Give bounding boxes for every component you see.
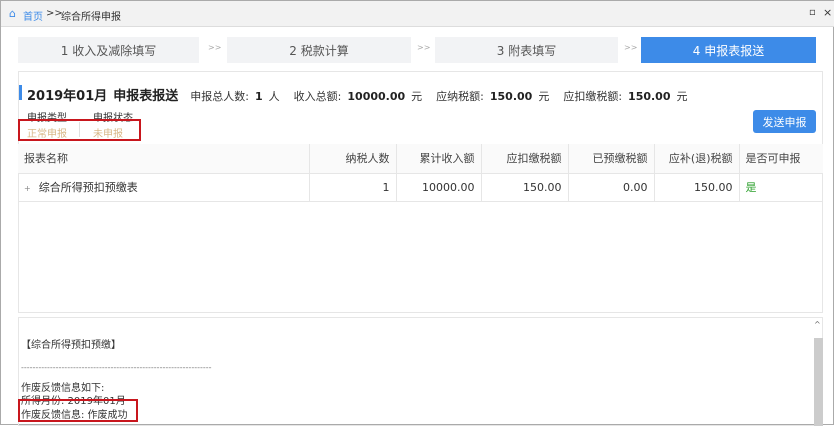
tax-label: 应纳税额: xyxy=(436,90,484,103)
period: 2019年01月 xyxy=(27,89,108,104)
cell: 150.00 xyxy=(654,173,740,202)
col-header: 已预缴税额 xyxy=(568,144,655,174)
highlight-box xyxy=(18,399,138,422)
col-header: 纳税人数 xyxy=(309,144,397,174)
people-label: 申报总人数: xyxy=(190,90,250,103)
summary-title: 申报表报送 xyxy=(113,89,179,104)
report-table: 报表名称 纳税人数 累计收入额 应扣缴税额 已预缴税额 应补(退)税额 是否可申… xyxy=(18,144,823,202)
send-filing-button[interactable]: 发送申报 xyxy=(753,110,816,133)
accent-bar xyxy=(19,85,22,100)
close-button[interactable]: × xyxy=(823,6,832,19)
summary: 2019年01月 申报表报送 申报总人数: 1 人 收入总额: 10000.00 元 应… xyxy=(27,85,688,104)
income: 10000.00 xyxy=(347,90,406,103)
can-file: 是 xyxy=(739,173,823,202)
divider xyxy=(79,122,80,137)
people: 1 xyxy=(255,90,263,103)
breadcrumb-home[interactable]: 首页 xyxy=(23,8,43,23)
withhold-unit: 元 xyxy=(676,90,688,103)
income-label: 收入总额: xyxy=(293,90,342,103)
title-bar: ⌂ 首页 >> 综合所得申报 ▫ × xyxy=(1,1,834,27)
step-3[interactable]: 3 附表填写 xyxy=(435,37,618,63)
scrollbar[interactable] xyxy=(814,338,823,426)
col-header: 是否可申报 xyxy=(739,144,823,174)
people-unit: 人 xyxy=(268,90,280,103)
scroll-up-icon[interactable]: ^ xyxy=(814,320,821,329)
withhold: 150.00 xyxy=(628,90,671,103)
cell: 150.00 xyxy=(481,173,569,202)
step-1[interactable]: 1 收入及减除填写 xyxy=(18,37,199,63)
table-header: 报表名称 纳税人数 累计收入额 应扣缴税额 已预缴税额 应补(退)税额 是否可申… xyxy=(18,144,823,174)
withhold-label: 应扣缴税额: xyxy=(563,90,623,103)
table-row[interactable]: + 综合所得预扣预缴表 1 10000.00 150.00 0.00 150.00… xyxy=(18,173,823,202)
cell: 综合所得预扣预缴表 xyxy=(38,181,138,194)
tax-unit: 元 xyxy=(538,90,550,103)
step-arrow: >> xyxy=(624,43,638,52)
col-header: 累计收入额 xyxy=(396,144,482,174)
cell: 1 xyxy=(309,173,397,202)
step-4[interactable]: 4 申报表报送 xyxy=(641,37,816,63)
col-header: 报表名称 xyxy=(18,144,310,174)
step-arrow: >> xyxy=(417,43,431,52)
filing-status: 未申报 xyxy=(93,129,123,140)
breadcrumb-current: 综合所得申报 xyxy=(61,12,121,23)
home-icon[interactable]: ⌂ xyxy=(9,7,16,20)
cell: 0.00 xyxy=(568,173,655,202)
col-header: 应扣缴税额 xyxy=(481,144,569,174)
tax: 150.00 xyxy=(489,90,533,103)
income-unit: 元 xyxy=(411,90,423,103)
log-divider: ----------------------------------------… xyxy=(21,363,212,372)
log-section: 【综合所得预扣预缴】 xyxy=(21,340,121,351)
filing-type: 正常申报 xyxy=(27,129,67,140)
col-header: 应补(退)税额 xyxy=(654,144,740,174)
restore-button[interactable]: ▫ xyxy=(809,7,816,18)
step-arrow: >> xyxy=(208,43,222,52)
cell: 10000.00 xyxy=(396,173,482,202)
step-2[interactable]: 2 税款计算 xyxy=(227,37,411,63)
expand-icon[interactable]: + xyxy=(24,184,31,193)
feedback-log: 【综合所得预扣预缴】 -----------------------------… xyxy=(18,317,823,426)
